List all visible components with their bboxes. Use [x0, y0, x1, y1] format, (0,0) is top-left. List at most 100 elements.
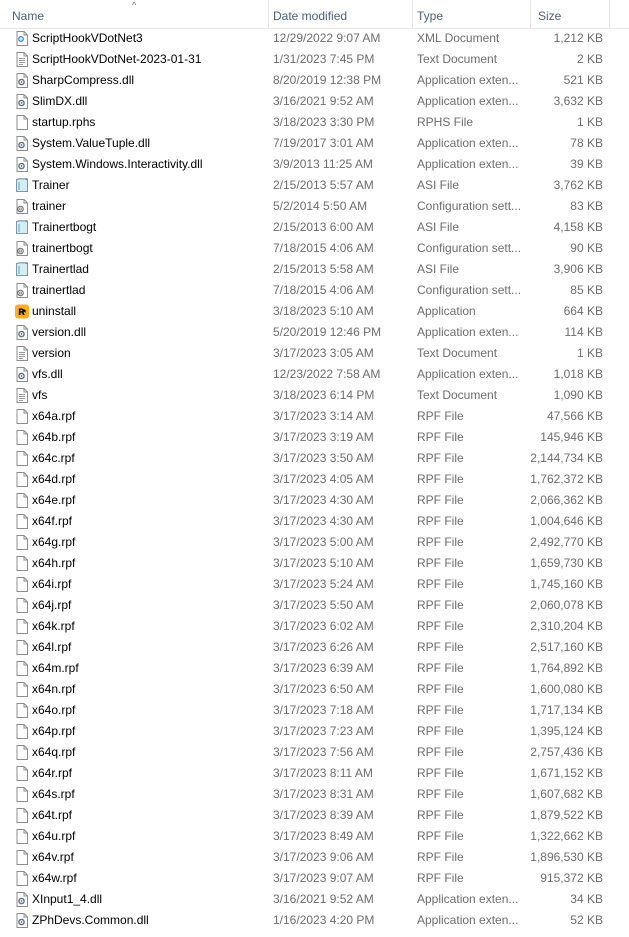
file-size: 1,018 KB [553, 367, 603, 381]
file-date-modified: 3/18/2023 6:14 PM [273, 388, 375, 402]
blank-file-icon [14, 660, 30, 677]
file-row[interactable]: XInput1_4.dll 3/16/2021 9:52 AM Applicatio… [0, 889, 629, 910]
file-row[interactable]: x64h.rpf 3/17/2023 5:10 AM RPF File 1,659,7… [0, 553, 629, 574]
file-size: 83 KB [570, 199, 603, 213]
file-size: 47,566 KB [546, 409, 603, 423]
file-size: 915,372 KB [540, 871, 603, 885]
file-row[interactable]: Trainer 2/15/2013 5:57 AM ASI File 3,762 KB [0, 175, 629, 196]
file-name: version.dll [32, 325, 87, 339]
file-name: startup.rphs [32, 115, 96, 129]
file-size: 1,671,152 KB [530, 766, 603, 780]
file-row[interactable]: x64a.rpf 3/17/2023 3:14 AM RPF File 47,566 … [0, 406, 629, 427]
file-row[interactable]: vfs 3/18/2023 6:14 PM Text Document 1,090 K… [0, 385, 629, 406]
asi-file-icon [14, 219, 30, 236]
file-size: 78 KB [570, 136, 603, 150]
file-name: x64e.rpf [32, 493, 76, 507]
file-type: Application exten... [417, 157, 519, 171]
file-row[interactable]: startup.rphs 3/18/2023 3:30 PM RPHS File 1 … [0, 112, 629, 133]
file-row[interactable]: x64w.rpf 3/17/2023 9:07 AM RPF File 915,372… [0, 868, 629, 889]
file-row[interactable]: ScriptHookVDotNet-2023-01-31 1/31/2023 7:… [0, 49, 629, 70]
file-row[interactable]: x64s.rpf 3/17/2023 8:31 AM RPF File 1,607,6… [0, 784, 629, 805]
file-row[interactable]: trainertbogt 7/18/2015 4:06 AM Configurati… [0, 238, 629, 259]
column-header-name-label: Name [12, 9, 45, 23]
file-row[interactable]: x64g.rpf 3/17/2023 5:00 AM RPF File 2,492,7… [0, 532, 629, 553]
file-row[interactable]: version.dll 5/20/2019 12:46 PM Application… [0, 322, 629, 343]
file-name: x64k.rpf [32, 619, 75, 633]
file-date-modified: 3/17/2023 9:06 AM [273, 850, 374, 864]
blank-file-icon [14, 114, 30, 131]
blank-file-icon [14, 828, 30, 845]
file-type: Application exten... [417, 325, 519, 339]
file-date-modified: 2/15/2013 5:57 AM [273, 178, 374, 192]
file-date-modified: 3/17/2023 5:50 AM [273, 598, 374, 612]
file-row[interactable]: x64m.rpf 3/17/2023 6:39 AM RPF File 1,764,8… [0, 658, 629, 679]
file-row[interactable]: x64o.rpf 3/17/2023 7:18 AM RPF File 1,717,1… [0, 700, 629, 721]
file-row[interactable]: SlimDX.dll 3/16/2021 9:52 AM Application e… [0, 91, 629, 112]
file-row[interactable]: x64k.rpf 3/17/2023 6:02 AM RPF File 2,310,2… [0, 616, 629, 637]
dll-icon [14, 93, 30, 110]
file-row[interactable]: x64u.rpf 3/17/2023 8:49 AM RPF File 1,322,6… [0, 826, 629, 847]
file-name: x64o.rpf [32, 703, 76, 717]
file-date-modified: 3/9/2013 11:25 AM [273, 157, 373, 171]
text-document-icon [14, 345, 30, 362]
blank-file-icon [14, 639, 30, 656]
column-header-bar: Name ^ Date modified Type Size [0, 0, 629, 29]
column-header-filler [609, 0, 629, 28]
column-header-type-label: Type [417, 9, 444, 23]
file-name: x64n.rpf [32, 682, 76, 696]
file-row[interactable]: trainer 5/2/2014 5:50 AM Configuration set… [0, 196, 629, 217]
column-header-size[interactable]: Size [530, 0, 610, 28]
file-row[interactable]: SharpCompress.dll 8/20/2019 12:38 PM Appli… [0, 70, 629, 91]
file-size: 1,896,530 KB [530, 850, 603, 864]
file-type: ASI File [417, 262, 460, 276]
file-row[interactable]: x64e.rpf 3/17/2023 4:30 AM RPF File 2,066,3… [0, 490, 629, 511]
file-row[interactable]: ZPhDevs.Common.dll 1/16/2023 4:20 PM Appli… [0, 910, 629, 931]
file-row[interactable]: System.ValueTuple.dll 7/19/2017 3:01 AM Ap… [0, 133, 629, 154]
file-row[interactable]: x64v.rpf 3/17/2023 9:06 AM RPF File 1,896,5… [0, 847, 629, 868]
file-size: 114 KB [564, 325, 603, 339]
file-row[interactable]: vfs.dll 12/23/2022 7:58 AM Application ext… [0, 364, 629, 385]
file-row[interactable]: x64n.rpf 3/17/2023 6:50 AM RPF File 1,600,0… [0, 679, 629, 700]
file-size: 145,946 KB [540, 430, 603, 444]
file-row[interactable]: version 3/17/2023 3:05 AM Text Document 1 K… [0, 343, 629, 364]
file-row[interactable]: x64c.rpf 3/17/2023 3:50 AM RPF File 2,144,7… [0, 448, 629, 469]
file-type: RPF File [417, 661, 464, 675]
file-row[interactable]: x64q.rpf 3/17/2023 7:56 AM RPF File 2,757,4… [0, 742, 629, 763]
file-row[interactable]: Trainertbogt 2/15/2013 6:00 AM ASI File 4,1… [0, 217, 629, 238]
file-row[interactable]: ScriptHookVDotNet3 12/29/2022 9:07 AM XML … [0, 28, 629, 49]
file-row[interactable]: x64i.rpf 3/17/2023 5:24 AM RPF File 1,745,1… [0, 574, 629, 595]
file-name: x64m.rpf [32, 661, 79, 675]
file-row[interactable]: Trainertlad 2/15/2013 5:58 AM ASI File 3,90… [0, 259, 629, 280]
file-row[interactable]: x64t.rpf 3/17/2023 8:39 AM RPF File 1,879,5… [0, 805, 629, 826]
column-header-date-modified[interactable]: Date modified [268, 0, 412, 28]
file-type: RPF File [417, 535, 464, 549]
file-row[interactable]: x64f.rpf 3/17/2023 4:30 AM RPF File 1,004,6… [0, 511, 629, 532]
file-type: RPF File [417, 556, 464, 570]
file-row[interactable]: System.Windows.Interactivity.dll 3/9/2013… [0, 154, 629, 175]
file-name: XInput1_4.dll [32, 892, 103, 906]
file-row[interactable]: x64l.rpf 3/17/2023 6:26 AM RPF File 2,517,1… [0, 637, 629, 658]
file-date-modified: 3/17/2023 5:24 AM [273, 577, 374, 591]
file-size: 1,879,522 KB [530, 808, 603, 822]
file-size: 2,144,734 KB [530, 451, 603, 465]
file-type: RPF File [417, 514, 464, 528]
file-type: RPF File [417, 493, 464, 507]
file-row[interactable]: x64j.rpf 3/17/2023 5:50 AM RPF File 2,060,0… [0, 595, 629, 616]
file-type: Application exten... [417, 913, 519, 927]
file-row[interactable]: Runinstall 3/18/2023 5:10 AM Application 66… [0, 301, 629, 322]
dll-icon [14, 912, 30, 929]
file-name: SharpCompress.dll [32, 73, 135, 87]
file-size: 1,717,134 KB [530, 703, 603, 717]
file-row[interactable]: trainertlad 7/18/2015 4:06 AM Configuratio… [0, 280, 629, 301]
file-row[interactable]: x64d.rpf 3/17/2023 4:05 AM RPF File 1,762,3… [0, 469, 629, 490]
file-date-modified: 3/17/2023 4:30 AM [273, 493, 374, 507]
file-row[interactable]: x64p.rpf 3/17/2023 7:23 AM RPF File 1,395,1… [0, 721, 629, 742]
file-date-modified: 12/29/2022 9:07 AM [273, 31, 381, 45]
file-type: Text Document [417, 52, 498, 66]
column-header-type[interactable]: Type [412, 0, 530, 28]
file-size: 2 KB [576, 52, 603, 66]
file-row[interactable]: x64r.rpf 3/17/2023 8:11 AM RPF File 1,671,1… [0, 763, 629, 784]
file-size: 1 KB [576, 115, 603, 129]
column-header-name[interactable]: Name [8, 0, 272, 28]
file-row[interactable]: x64b.rpf 3/17/2023 3:19 AM RPF File 145,946… [0, 427, 629, 448]
